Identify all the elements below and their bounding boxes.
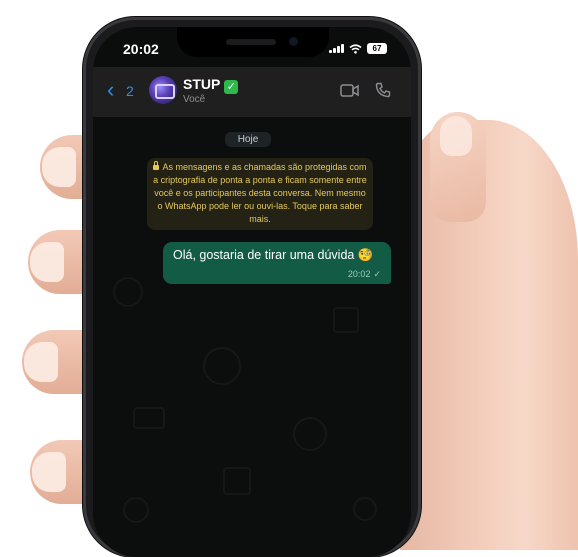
status-icons: 67 — [329, 43, 387, 54]
chat-header: ‹ 2 STUP ✓ Você — [93, 67, 411, 117]
avatar[interactable] — [149, 76, 177, 104]
wallpaper-doodle — [333, 307, 359, 333]
wifi-icon — [349, 43, 362, 54]
thumb-nail — [440, 116, 472, 156]
finger-nail-1 — [42, 147, 76, 187]
sent-check-icon: ✓ — [373, 269, 381, 279]
chat-area[interactable]: Hoje As mensagens e as chamadas são prot… — [93, 117, 411, 557]
encryption-notice[interactable]: As mensagens e as chamadas são protegida… — [147, 158, 373, 230]
message-time: 20:02 — [347, 269, 371, 279]
date-divider: Hoje — [225, 132, 271, 147]
phone-frame: 20:02 67 ‹ 2 STUP ✓ Você Hoje As mensage… — [83, 17, 421, 557]
finger-nail-2 — [30, 242, 64, 282]
outgoing-message[interactable]: Olá, gostaria de tirar uma dúvida 🧐 20:0… — [163, 242, 391, 284]
phone-screen: 20:02 67 ‹ 2 STUP ✓ Você Hoje As mensage… — [93, 27, 411, 557]
status-time: 20:02 — [123, 41, 159, 57]
wallpaper-doodle — [293, 417, 327, 451]
battery-icon: 67 — [367, 43, 387, 54]
finger-nail-4 — [32, 452, 66, 492]
wallpaper-doodle — [353, 497, 377, 521]
hand-palm — [400, 120, 578, 550]
lock-icon — [153, 161, 160, 170]
earpiece-speaker — [226, 39, 276, 45]
wallpaper-doodle — [123, 497, 149, 523]
front-camera — [289, 37, 298, 46]
signal-icon — [329, 44, 344, 53]
video-call-icon[interactable] — [340, 84, 359, 97]
wallpaper-doodle — [223, 467, 251, 495]
verified-icon: ✓ — [224, 80, 239, 94]
message-text: Olá, gostaria de tirar uma dúvida 🧐 — [173, 248, 374, 262]
finger-nail-3 — [24, 342, 58, 382]
wallpaper-doodle — [113, 277, 143, 307]
wallpaper-doodle — [203, 347, 241, 385]
back-count[interactable]: 2 — [126, 83, 134, 99]
contact-name[interactable]: STUP ✓ — [183, 76, 239, 94]
contact-name-label: STUP — [183, 76, 221, 92]
back-chevron-icon[interactable]: ‹ — [107, 79, 114, 101]
voice-call-icon[interactable] — [375, 82, 391, 98]
wallpaper-doodle — [133, 407, 165, 429]
encryption-notice-text: As mensagens e as chamadas são protegida… — [153, 162, 367, 224]
contact-subtitle: Você — [183, 94, 206, 105]
message-meta: 20:02 ✓ — [348, 269, 381, 280]
